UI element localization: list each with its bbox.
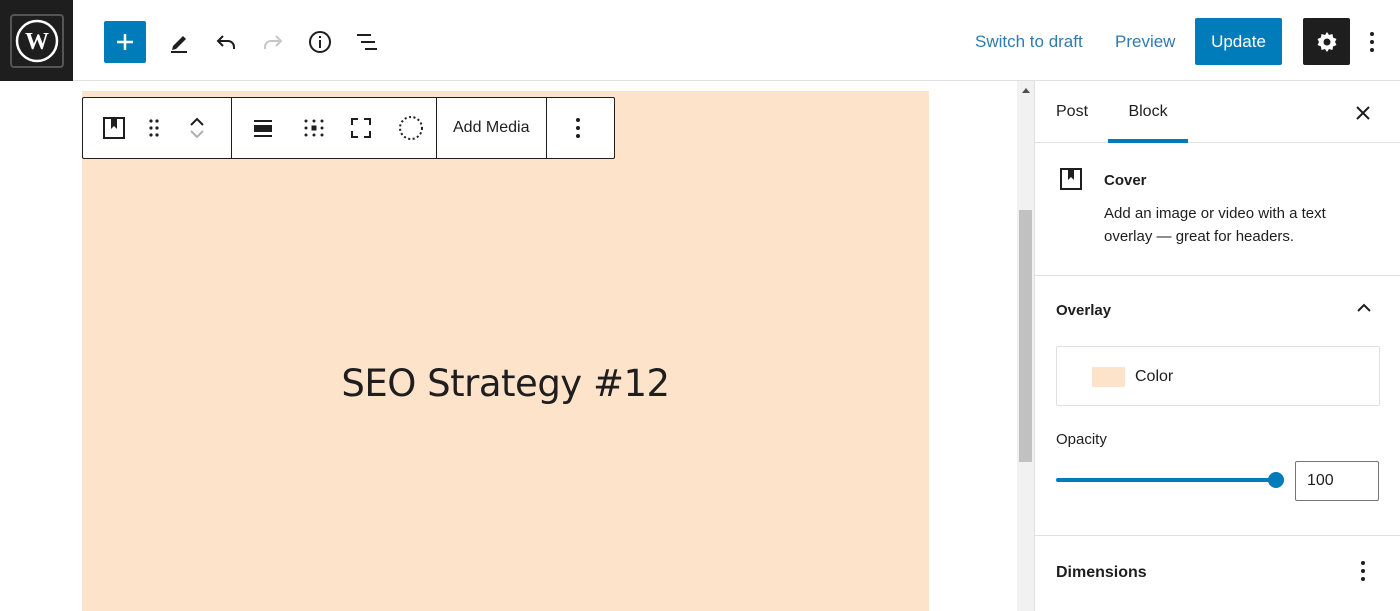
scrollbar-thumb[interactable] [1019,210,1032,462]
dimensions-panel: Dimensions [1035,536,1400,611]
block-card-title: Cover [1104,172,1147,189]
info-icon [309,31,331,53]
more-vertical-icon [1370,32,1374,52]
block-toolbar: Add Media [82,97,615,159]
chevron-up-icon[interactable] [188,116,206,128]
list-view-icon [357,34,377,50]
preview-button[interactable]: Preview [1115,31,1175,53]
tools-button[interactable] [158,21,200,63]
update-button[interactable]: Update [1195,18,1282,65]
redo-button[interactable] [252,21,294,63]
sidebar-tabs: Post Block [1035,81,1400,143]
settings-button[interactable] [1303,18,1350,65]
full-height-button[interactable] [336,98,386,158]
svg-text:W: W [25,29,49,55]
block-toolbar-group-media: Add Media [437,98,547,158]
color-label: Color [1135,368,1174,385]
settings-sidebar: Post Block Cover Add an image or video w… [1034,81,1400,611]
cover-heading[interactable]: SEO Strategy #12 [82,364,929,404]
opacity-slider[interactable] [1056,478,1277,482]
tab-block[interactable]: Block [1108,81,1188,143]
opacity-input[interactable]: 100 [1295,461,1379,501]
overlay-panel: Overlay Color Opacity 100 [1035,276,1400,536]
switch-to-draft-button[interactable]: Switch to draft [975,31,1083,53]
block-card: Cover Add an image or video with a text … [1035,143,1400,276]
overlay-panel-toggle[interactable]: Overlay [1056,302,1111,319]
drag-handle-icon [149,119,159,137]
cover-block[interactable]: SEO Strategy #12 [82,91,929,611]
opacity-slider-thumb[interactable] [1268,472,1284,488]
wordpress-logo-icon: W [9,13,64,68]
editor-header: W Switch to draft Preview Update [0,0,1400,81]
gear-icon [1317,31,1336,52]
block-type-button[interactable] [83,98,145,158]
opacity-label: Opacity [1056,431,1107,448]
details-button[interactable] [299,21,341,63]
more-vertical-icon [575,118,580,138]
block-options-button[interactable] [547,98,609,158]
block-toolbar-group-layout [232,98,437,158]
color-swatch [1092,367,1125,387]
block-toolbar-group-parent [83,98,232,158]
list-view-button[interactable] [346,21,388,63]
more-vertical-icon [1361,561,1365,581]
block-toolbar-group-options [547,98,609,158]
canvas-scrollbar[interactable] [1017,81,1034,611]
align-icon [254,120,272,137]
align-button[interactable] [234,98,292,158]
move-buttons [163,98,231,158]
close-sidebar-button[interactable] [1348,98,1378,128]
duotone-icon [399,116,423,140]
scroll-up-icon [1021,87,1030,93]
options-menu-button[interactable] [1360,24,1384,60]
dimensions-options-button[interactable] [1353,558,1373,584]
pencil-icon [171,36,187,53]
plus-icon [117,34,133,50]
content-position-icon [304,119,324,137]
close-icon [1356,106,1370,120]
editor-canvas[interactable]: SEO Strategy #12 [0,81,1017,611]
add-media-button[interactable]: Add Media [437,98,546,158]
chevron-up-icon [1357,303,1371,312]
block-card-description: Add an image or video with a text overla… [1104,205,1326,245]
cover-block-icon [103,117,125,139]
overlay-color-picker[interactable]: Color [1056,346,1380,406]
cover-block-icon [1059,167,1083,196]
wordpress-logo-button[interactable]: W [0,0,73,81]
chevron-down-icon[interactable] [188,128,206,140]
overlay-collapse-button[interactable] [1352,296,1376,320]
drag-handle[interactable] [145,98,163,158]
dimensions-panel-title[interactable]: Dimensions [1056,564,1147,582]
undo-button[interactable] [205,21,247,63]
content-position-button[interactable] [292,98,336,158]
tab-post[interactable]: Post [1056,81,1088,143]
undo-icon [216,35,235,49]
full-height-icon [351,118,371,138]
duotone-button[interactable] [386,98,436,158]
redo-icon [264,35,283,49]
scroll-up-arrow[interactable] [1017,81,1034,98]
add-block-button[interactable] [104,21,146,63]
